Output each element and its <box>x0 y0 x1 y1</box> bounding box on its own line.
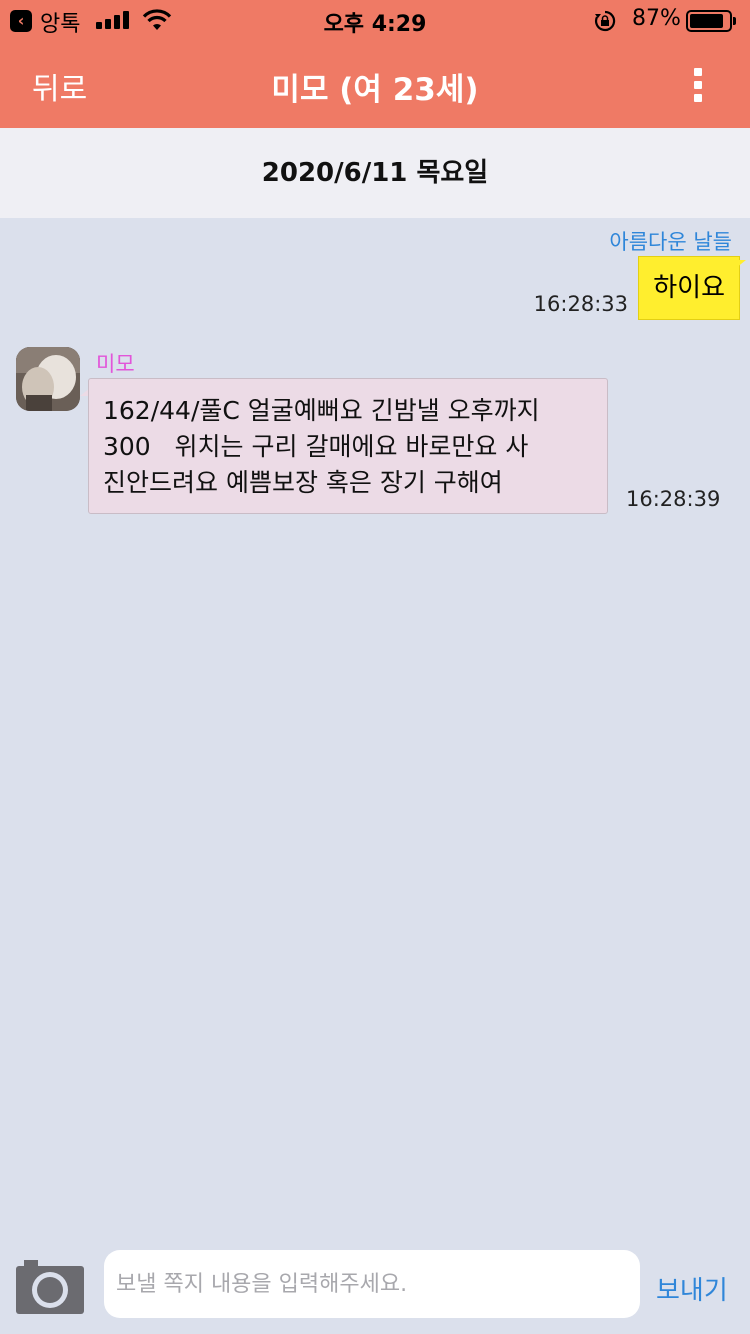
avatar[interactable] <box>16 347 80 411</box>
date-header: 2020/6/11 목요일 <box>0 128 750 218</box>
outgoing-bubble-tail <box>736 260 746 268</box>
outgoing-message-time: 16:28:33 <box>533 292 628 316</box>
battery-icon <box>686 10 732 32</box>
composer-bar: 보내기 <box>0 1234 750 1334</box>
outgoing-message-bubble[interactable]: 하이요 <box>638 256 740 320</box>
message-input[interactable] <box>104 1250 640 1318</box>
send-button[interactable]: 보내기 <box>656 1270 728 1307</box>
message-line: 진안드려요 예쁨보장 혹은 장기 구해여 <box>103 468 503 497</box>
message-line: 162/44/풀C 얼굴예뻐요 긴밤낼 오후까지 <box>103 396 540 425</box>
incoming-sender-name: 미모 <box>96 352 135 376</box>
rotation-lock-icon <box>594 10 616 32</box>
battery-percent: 87% <box>632 6 681 31</box>
more-options-icon[interactable] <box>690 68 706 104</box>
status-bar: ‹ 앙톡 오후 4:29 87% <box>0 0 750 40</box>
nav-bar: 뒤로 미모 (여 23세) <box>0 40 750 128</box>
avatar-photo <box>16 347 80 411</box>
battery-tip <box>733 17 736 25</box>
outgoing-sender-name: 아름다운 날들 <box>609 230 732 254</box>
camera-icon[interactable] <box>16 1256 84 1314</box>
conversation-title: 미모 (여 23세) <box>271 72 479 108</box>
incoming-message-time: 16:28:39 <box>626 487 721 511</box>
message-line: 300 위치는 구리 갈매에요 바로만요 사 <box>103 432 529 461</box>
incoming-message-bubble[interactable]: 162/44/풀C 얼굴예뻐요 긴밤낼 오후까지 300 위치는 구리 갈매에요… <box>88 378 608 514</box>
